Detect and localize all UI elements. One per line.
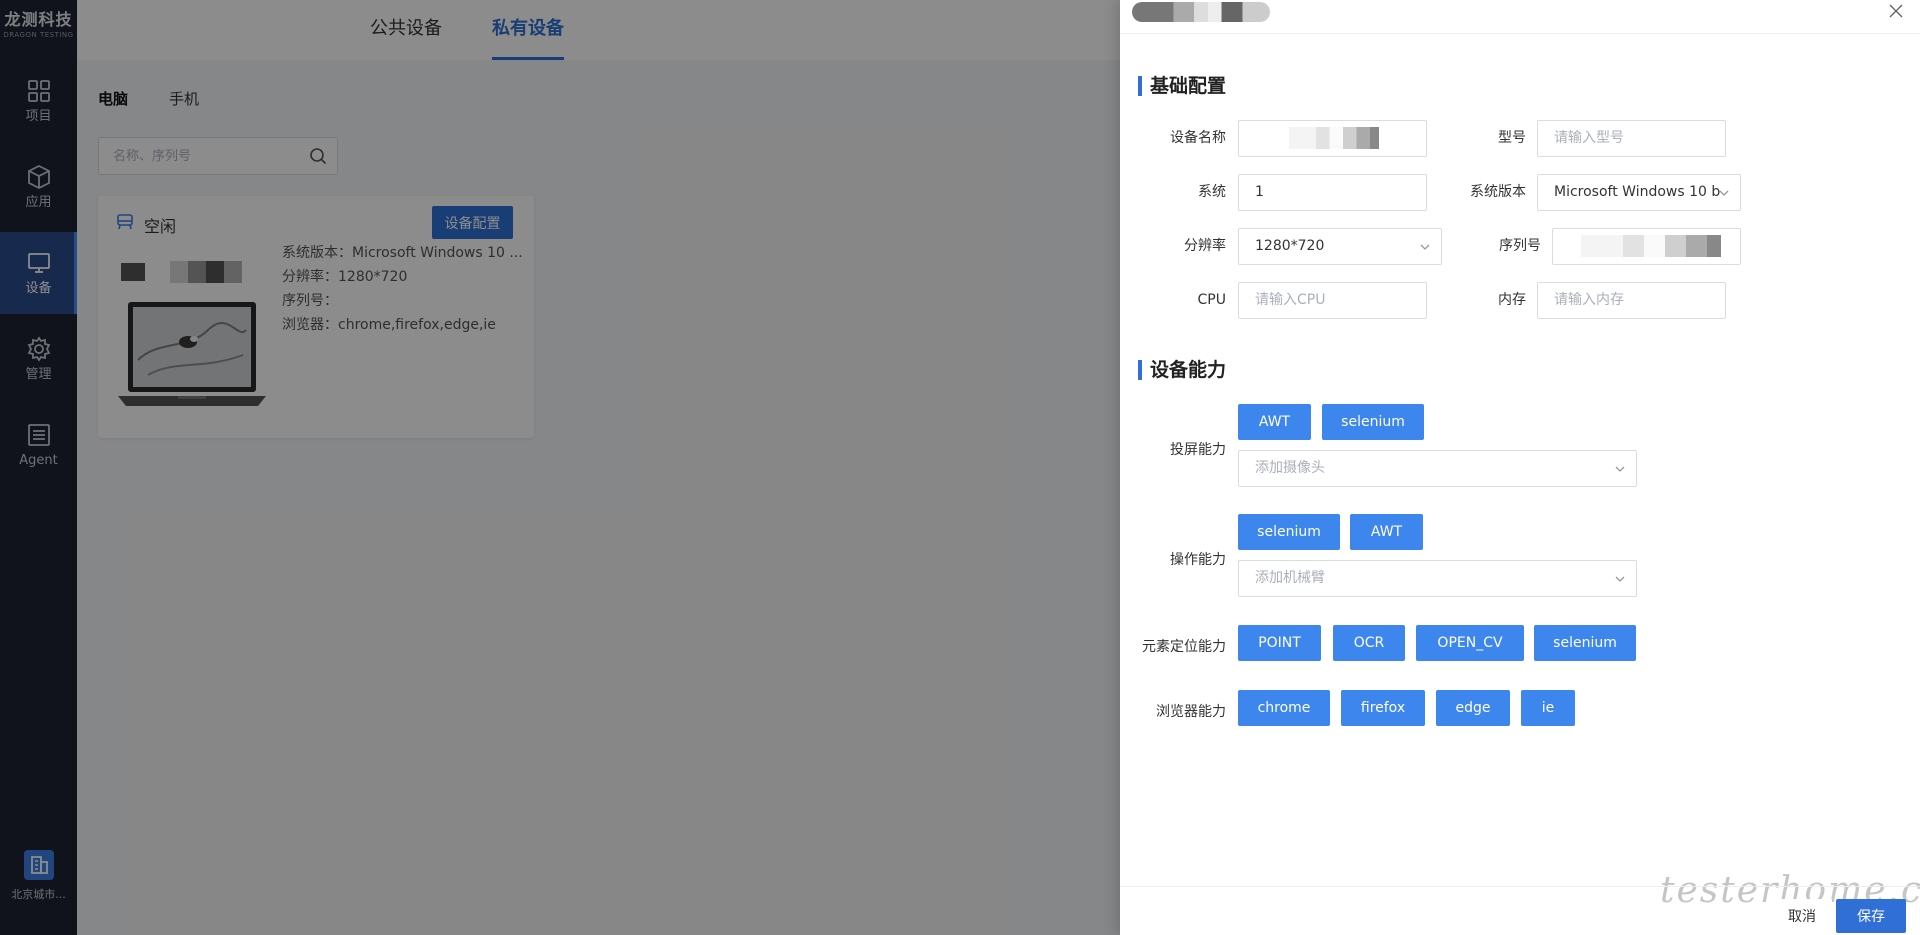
tag-browser-firefox[interactable]: firefox: [1341, 690, 1425, 726]
tag-locate-selenium[interactable]: selenium: [1534, 625, 1636, 661]
tag-locate-ocr[interactable]: OCR: [1333, 625, 1405, 661]
section-capability: 设备能力: [1138, 358, 1226, 382]
chevron-down-icon: [1615, 466, 1625, 472]
tag-screen-awt[interactable]: AWT: [1238, 404, 1311, 440]
chevron-down-icon: [1719, 190, 1729, 196]
camera-select[interactable]: 添加摄像头: [1238, 450, 1637, 487]
system-input[interactable]: 1: [1238, 174, 1427, 211]
label-screen-capability: 投屏能力: [1170, 442, 1226, 458]
chevron-down-icon: [1615, 576, 1625, 582]
redacted-serial: [1581, 235, 1721, 257]
label-device-name: 设备名称: [1170, 130, 1226, 146]
label-system: 系统: [1198, 184, 1226, 200]
close-icon[interactable]: [1888, 3, 1904, 19]
memory-input[interactable]: 请输入内存: [1537, 282, 1726, 319]
save-button[interactable]: 保存: [1836, 899, 1906, 933]
label-locate-capability: 元素定位能力: [1142, 639, 1226, 655]
modal-overlay[interactable]: [0, 0, 1120, 935]
label-system-version: 系统版本: [1470, 184, 1526, 200]
robot-arm-select[interactable]: 添加机械臂: [1238, 560, 1637, 597]
drawer-header: [1120, 0, 1920, 34]
model-input[interactable]: 请输入型号: [1537, 120, 1726, 157]
label-memory: 内存: [1498, 292, 1526, 308]
tag-operation-selenium[interactable]: selenium: [1238, 514, 1340, 550]
label-browser-capability: 浏览器能力: [1156, 704, 1226, 720]
label-resolution: 分辨率: [1184, 238, 1226, 254]
label-operation-capability: 操作能力: [1170, 552, 1226, 568]
tag-locate-point[interactable]: POINT: [1238, 625, 1321, 661]
tag-screen-selenium[interactable]: selenium: [1322, 404, 1424, 440]
resolution-value: 1280*720: [1255, 238, 1325, 254]
label-model: 型号: [1498, 130, 1526, 146]
cancel-button[interactable]: 取消: [1772, 899, 1832, 933]
label-cpu: CPU: [1197, 292, 1226, 308]
drawer-footer: 取消 保存: [1120, 886, 1920, 935]
system-version-select[interactable]: Microsoft Windows 10 b: [1537, 174, 1741, 211]
label-serial: 序列号: [1499, 238, 1541, 254]
chevron-down-icon: [1420, 244, 1430, 250]
resolution-select[interactable]: 1280*720: [1238, 228, 1442, 265]
drawer-title-redacted: [1132, 2, 1270, 22]
tag-locate-opencv[interactable]: OPEN_CV: [1416, 625, 1524, 661]
robot-arm-select-placeholder: 添加机械臂: [1255, 570, 1325, 586]
tag-browser-edge[interactable]: edge: [1436, 690, 1510, 726]
tag-operation-awt[interactable]: AWT: [1350, 514, 1423, 550]
camera-select-placeholder: 添加摄像头: [1255, 460, 1325, 476]
serial-input[interactable]: [1552, 228, 1741, 265]
redacted-device-name: [1289, 127, 1379, 149]
cpu-input[interactable]: 请输入CPU: [1238, 282, 1427, 319]
system-version-value: Microsoft Windows 10 b: [1554, 184, 1721, 200]
tag-browser-chrome[interactable]: chrome: [1238, 690, 1330, 726]
tag-browser-ie[interactable]: ie: [1521, 690, 1575, 726]
device-config-drawer: 基础配置 设备名称 型号 请输入型号 系统 1 系统版本 Microsoft W…: [1120, 0, 1920, 935]
device-name-input[interactable]: [1238, 120, 1427, 157]
section-basic-config: 基础配置: [1138, 74, 1226, 98]
